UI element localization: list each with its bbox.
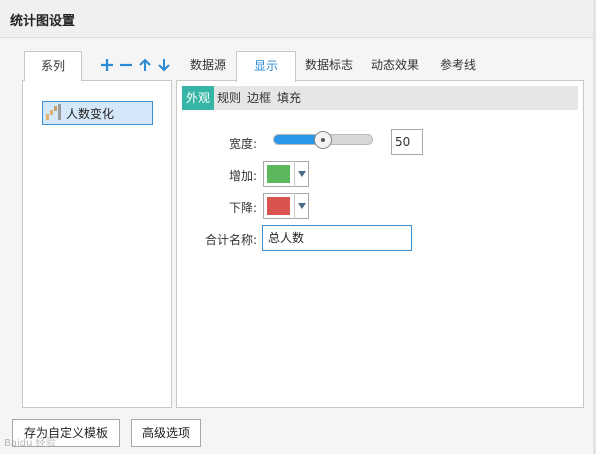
chevron-down-icon[interactable] — [294, 161, 308, 187]
total-name-input[interactable]: 总人数 — [262, 225, 412, 251]
subtab-appearance[interactable]: 外观 — [182, 86, 215, 110]
width-value-box[interactable]: 50 — [391, 129, 423, 155]
tab-animation[interactable]: 动态效果 — [366, 51, 424, 80]
move-down-icon[interactable] — [155, 54, 172, 76]
tab-reference-line[interactable]: 参考线 — [434, 51, 482, 80]
increase-label: 增加: — [228, 169, 257, 183]
series-item-selected[interactable]: 人数变化 — [42, 101, 153, 125]
advanced-options-button[interactable]: 高级选项 — [131, 419, 201, 447]
subtab-fill[interactable]: 填充 — [274, 86, 304, 110]
chevron-down-icon[interactable] — [294, 193, 308, 219]
tab-data-marker[interactable]: 数据标志 — [300, 51, 358, 80]
total-name-label: 合计名称: — [204, 233, 257, 247]
decrease-label: 下降: — [228, 201, 257, 215]
decrease-color-picker[interactable] — [263, 193, 309, 219]
move-up-icon[interactable] — [136, 54, 153, 76]
width-slider-knob[interactable] — [314, 131, 332, 149]
tab-display[interactable]: 显示 — [236, 51, 296, 82]
width-label: 宽度: — [228, 137, 257, 151]
display-panel: 外观 规则 边框 填充 宽度: 50 增加: 下降: 合计名称: 总人数 — [176, 80, 584, 408]
increase-color-swatch — [267, 165, 291, 183]
subtab-rules[interactable]: 规则 — [214, 86, 244, 110]
series-list-panel: 人数变化 — [22, 80, 172, 408]
series-item-label: 人数变化 — [66, 106, 115, 121]
increase-color-picker[interactable] — [263, 161, 309, 187]
subtab-border[interactable]: 边框 — [244, 86, 274, 110]
window-title: 统计图设置 — [10, 14, 76, 29]
waterfall-chart-icon — [45, 103, 63, 124]
add-icon[interactable] — [98, 54, 115, 76]
tab-datasource[interactable]: 数据源 — [181, 51, 235, 80]
series-toolbar — [98, 54, 172, 76]
title-bar: 统计图设置 — [0, 0, 596, 38]
decrease-color-swatch — [267, 197, 291, 215]
dialog-content: 系列 人数变化 数据源 显示 数据标志 动态效果 参考线 外观 规则 边框 填充… — [0, 38, 596, 454]
remove-icon[interactable] — [117, 54, 134, 76]
subtab-bar: 外观 规则 边框 填充 — [182, 86, 578, 110]
tab-series[interactable]: 系列 — [24, 51, 82, 81]
watermark: Baidu 经验 — [4, 438, 56, 449]
